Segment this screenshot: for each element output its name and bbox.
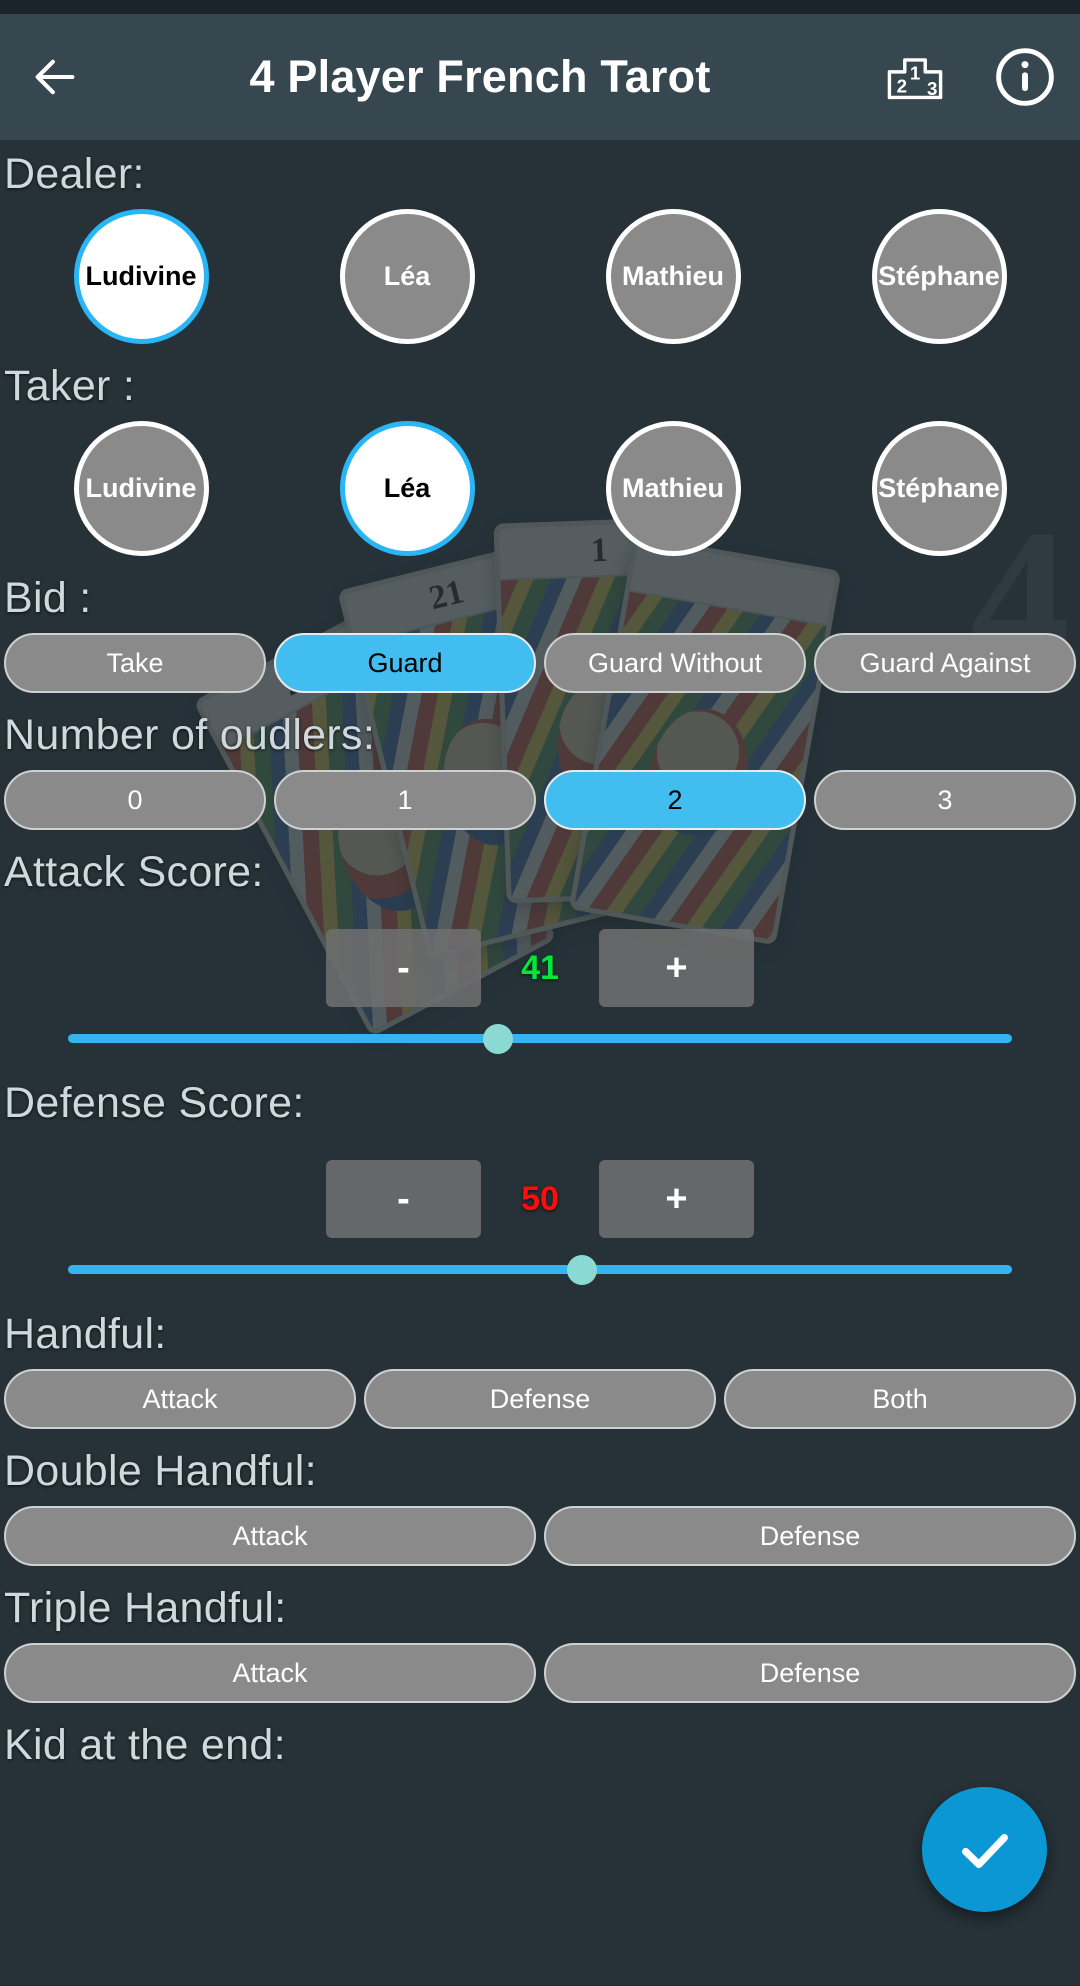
bid-option-guard-without[interactable]: Guard Without <box>544 633 806 693</box>
dealer-chip-mathieu[interactable]: Mathieu <box>605 209 741 344</box>
bid-option-guard[interactable]: Guard <box>274 633 536 693</box>
triple-handful-options-row: Attack Defense <box>0 1643 1080 1703</box>
triple-handful-option-defense[interactable]: Defense <box>544 1643 1076 1703</box>
taker-label: Taker : <box>4 362 136 410</box>
taker-chip-lea[interactable]: Léa <box>339 421 475 556</box>
status-bar <box>0 0 1080 14</box>
bid-label: Bid : <box>4 574 92 622</box>
double-handful-label: Double Handful: <box>4 1447 317 1495</box>
triple-handful-label: Triple Handful: <box>4 1584 287 1632</box>
double-handful-option-defense[interactable]: Defense <box>544 1506 1076 1566</box>
double-handful-options-row: Attack Defense <box>0 1506 1080 1566</box>
dealer-player-cell: Mathieu <box>540 209 806 344</box>
page-title: 4 Player French Tarot <box>249 51 711 102</box>
dealer-player-cell: Ludivine <box>8 209 274 344</box>
triple-handful-option-attack[interactable]: Attack <box>4 1643 536 1703</box>
arrow-left-icon <box>35 59 75 95</box>
taker-player-cell: Mathieu <box>540 421 806 556</box>
handful-option-both[interactable]: Both <box>724 1369 1076 1429</box>
defense-score-stepper: - 50 + <box>0 1160 1080 1238</box>
defense-score-increment-button[interactable]: + <box>599 1160 754 1238</box>
dealer-player-row: Ludivine Léa Mathieu Stéphane <box>0 209 1080 344</box>
info-circle-icon <box>996 48 1054 106</box>
defense-score-slider[interactable] <box>68 1246 1012 1292</box>
oudlers-option-0[interactable]: 0 <box>4 770 266 830</box>
dealer-player-cell: Léa <box>274 209 540 344</box>
podium-213-icon: 2 1 3 <box>887 58 943 100</box>
taker-player-cell: Léa <box>274 421 540 556</box>
dealer-player-cell: Stéphane <box>806 209 1072 344</box>
defense-score-value: 50 <box>521 1179 559 1218</box>
oudlers-label: Number of oudlers: <box>4 711 376 759</box>
check-icon <box>961 1833 1008 1868</box>
handful-label: Handful: <box>4 1310 167 1358</box>
defense-score-decrement-button[interactable]: - <box>326 1160 481 1238</box>
svg-text:2: 2 <box>897 75 907 96</box>
oudlers-option-1[interactable]: 1 <box>274 770 536 830</box>
dealer-label: Dealer: <box>4 150 145 198</box>
attack-score-slider-track <box>68 1034 1012 1043</box>
defense-score-slider-thumb[interactable] <box>566 1255 597 1285</box>
oudlers-option-3[interactable]: 3 <box>814 770 1076 830</box>
attack-score-decrement-button[interactable]: - <box>326 929 481 1007</box>
back-button[interactable] <box>0 14 110 140</box>
defense-score-slider-track <box>68 1265 1012 1274</box>
svg-text:3: 3 <box>927 78 937 99</box>
taker-player-cell: Ludivine <box>8 421 274 556</box>
leaderboard-button[interactable]: 2 1 3 <box>860 14 970 140</box>
app-screen: 4 Player French Tarot 2 1 3 21 1 4 Deale… <box>0 0 1080 1986</box>
oudlers-options-row: 0 1 2 3 <box>0 770 1080 830</box>
handful-options-row: Attack Defense Both <box>0 1369 1080 1429</box>
taker-chip-ludivine[interactable]: Ludivine <box>73 421 209 556</box>
kid-at-end-label: Kid at the end: <box>4 1721 286 1769</box>
attack-score-value: 41 <box>521 948 559 987</box>
confirm-fab-button[interactable] <box>922 1787 1047 1912</box>
handful-option-attack[interactable]: Attack <box>4 1369 356 1429</box>
dealer-chip-stephane[interactable]: Stéphane <box>871 209 1007 344</box>
double-handful-option-attack[interactable]: Attack <box>4 1506 536 1566</box>
app-bar: 4 Player French Tarot 2 1 3 <box>0 14 1080 140</box>
defense-score-label: Defense Score: <box>4 1079 305 1127</box>
attack-score-increment-button[interactable]: + <box>599 929 754 1007</box>
bid-option-guard-against[interactable]: Guard Against <box>814 633 1076 693</box>
attack-score-slider[interactable] <box>68 1015 1012 1061</box>
dealer-chip-ludivine[interactable]: Ludivine <box>73 209 209 344</box>
taker-chip-stephane[interactable]: Stéphane <box>871 421 1007 556</box>
attack-score-stepper: - 41 + <box>0 929 1080 1007</box>
svg-text:1: 1 <box>910 63 920 84</box>
bid-options-row: Take Guard Guard Without Guard Against <box>0 633 1080 693</box>
taker-chip-mathieu[interactable]: Mathieu <box>605 421 741 556</box>
dealer-chip-lea[interactable]: Léa <box>339 209 475 344</box>
attack-score-label: Attack Score: <box>4 848 264 896</box>
form-content: Dealer: Ludivine Léa Mathieu Stéphane Ta… <box>0 140 1080 1986</box>
taker-player-row: Ludivine Léa Mathieu Stéphane <box>0 421 1080 556</box>
bid-option-take[interactable]: Take <box>4 633 266 693</box>
taker-player-cell: Stéphane <box>806 421 1072 556</box>
handful-option-defense[interactable]: Defense <box>364 1369 716 1429</box>
oudlers-option-2[interactable]: 2 <box>544 770 806 830</box>
attack-score-slider-thumb[interactable] <box>483 1024 514 1054</box>
info-button[interactable] <box>970 14 1080 140</box>
